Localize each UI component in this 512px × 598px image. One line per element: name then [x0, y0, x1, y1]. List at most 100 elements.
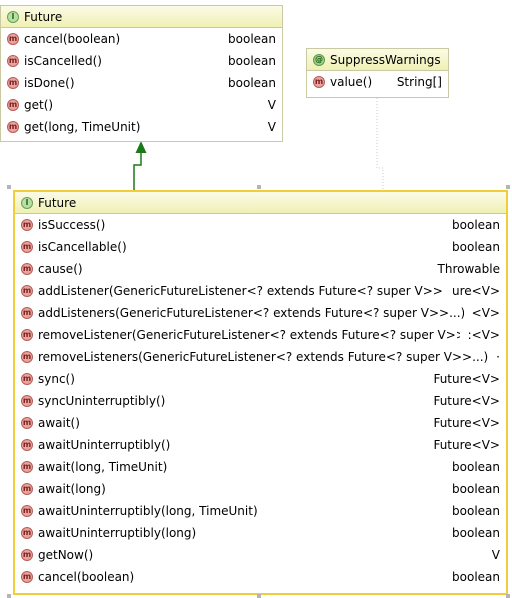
method-name: cancel(boolean): [24, 32, 121, 46]
method-icon: m: [7, 33, 19, 45]
method-name: cancel(boolean): [38, 570, 135, 584]
method-name: await(long): [38, 482, 106, 496]
resize-handle-top-mid[interactable]: [257, 185, 261, 189]
method-name: isCancelled(): [24, 54, 102, 68]
method-return-type: Future<V>: [433, 416, 500, 430]
method-icon: m: [21, 483, 33, 495]
method-icon: m: [21, 241, 33, 253]
suppress-warnings-method-list: m value() String[]: [307, 71, 448, 93]
method-row[interactable]: m isCancelled() boolean: [1, 50, 282, 72]
method-row[interactable]: m isDone() boolean: [1, 72, 282, 94]
method-return-type: boolean: [452, 526, 500, 540]
annotation-icon: @: [313, 53, 325, 66]
method-return-type: boolean: [452, 570, 500, 584]
method-icon: m: [7, 99, 19, 111]
method-row[interactable]: m cancel(boolean) boolean: [1, 28, 282, 50]
method-icon: m: [21, 373, 33, 385]
method-return-type: <V>: [471, 306, 500, 320]
method-row[interactable]: m cancel(boolean) boolean: [15, 566, 506, 588]
method-icon: m: [21, 285, 33, 297]
method-name: removeListeners(GenericFutureListener<? …: [38, 350, 489, 364]
method-name: addListener(GenericFutureListener<? exte…: [38, 284, 445, 298]
method-icon: m: [21, 417, 33, 429]
method-return-type: :<V>: [467, 328, 500, 342]
method-return-type: String[]: [396, 75, 442, 89]
method-name: awaitUninterruptibly(): [38, 438, 171, 452]
suppress-warnings-header[interactable]: @ SuppressWarnings: [307, 49, 448, 71]
method-return-type: V: [267, 98, 276, 112]
method-row[interactable]: m awaitUninterruptibly(long) boolean: [15, 522, 506, 544]
method-name: get(): [24, 98, 54, 112]
method-return-type: boolean: [452, 504, 500, 518]
method-icon: m: [21, 395, 33, 407]
method-icon: m: [21, 439, 33, 451]
method-row[interactable]: m addListeners(GenericFutureListener<? ex…: [15, 302, 506, 324]
method-name: cause(): [38, 262, 83, 276]
method-row[interactable]: m await() Future<V>: [15, 412, 506, 434]
method-name: getNow(): [38, 548, 94, 562]
method-name: awaitUninterruptibly(long): [38, 526, 197, 540]
method-name: sync(): [38, 372, 75, 386]
method-icon: m: [7, 55, 19, 67]
method-icon: m: [21, 571, 33, 583]
method-name: removeListener(GenericFutureListener<? e…: [38, 328, 460, 342]
resize-handle-top-right[interactable]: [506, 185, 510, 189]
method-return-type: Future<V>: [433, 394, 500, 408]
method-row[interactable]: m removeListener(GenericFutureListener<? …: [15, 324, 506, 346]
method-return-type: Throwable: [437, 262, 500, 276]
future-interface-box-top[interactable]: I Future m cancel(boolean) boolean m isCance…: [0, 5, 283, 142]
annotation-dotted-link: [376, 98, 384, 190]
method-row[interactable]: m value() String[]: [307, 71, 448, 93]
method-return-type: Future<V>: [433, 438, 500, 452]
future-top-method-list: m cancel(boolean) boolean m isCancelled() boo…: [1, 28, 282, 138]
method-row[interactable]: m cause() Throwable: [15, 258, 506, 280]
suppress-warnings-title: SuppressWarnings: [330, 52, 441, 67]
method-return-type: V: [267, 120, 276, 134]
resize-handle-bottom-right[interactable]: [506, 594, 510, 598]
method-return-type: ure<V>: [452, 284, 500, 298]
method-icon: m: [21, 307, 33, 319]
method-row[interactable]: m addListener(GenericFutureListener<? ext…: [15, 280, 506, 302]
method-return-type: boolean: [228, 76, 276, 90]
method-row[interactable]: m getNow() V: [15, 544, 506, 566]
resize-handle-bottom-mid[interactable]: [257, 594, 261, 598]
method-row[interactable]: m isSuccess() boolean: [15, 214, 506, 236]
method-row[interactable]: m syncUninterruptibly() Future<V>: [15, 390, 506, 412]
method-name: await(long, TimeUnit): [38, 460, 168, 474]
method-row[interactable]: m isCancellable() boolean: [15, 236, 506, 258]
suppress-warnings-box[interactable]: @ SuppressWarnings m value() String[]: [306, 48, 449, 98]
method-row[interactable]: m awaitUninterruptibly(long, TimeUnit) boo…: [15, 500, 506, 522]
method-row[interactable]: m removeListeners(GenericFutureListener<?…: [15, 346, 506, 368]
method-row[interactable]: m awaitUninterruptibly() Future<V>: [15, 434, 506, 456]
method-name: awaitUninterruptibly(long, TimeUnit): [38, 504, 258, 518]
method-row[interactable]: m await(long, TimeUnit) boolean: [15, 456, 506, 478]
method-return-type: boolean: [228, 32, 276, 46]
method-icon: m: [21, 329, 33, 341]
resize-handle-top-left[interactable]: [7, 185, 11, 189]
method-icon: m: [313, 76, 325, 88]
resize-handle-bottom-left[interactable]: [7, 594, 11, 598]
method-icon: m: [7, 121, 19, 133]
method-icon: m: [21, 549, 33, 561]
method-return-type: Future<V>: [433, 372, 500, 386]
method-row[interactable]: m get() V: [1, 94, 282, 116]
future-main-method-list: m isSuccess() boolean m isCancellable() boole…: [15, 214, 506, 588]
interface-icon: I: [7, 10, 19, 23]
method-row[interactable]: m sync() Future<V>: [15, 368, 506, 390]
method-return-type: boolean: [452, 218, 500, 232]
method-icon: m: [21, 263, 33, 275]
method-name: isDone(): [24, 76, 75, 90]
future-main-header[interactable]: I Future: [15, 192, 506, 214]
method-row[interactable]: m await(long) boolean: [15, 478, 506, 500]
method-icon: m: [21, 219, 33, 231]
future-interface-box-main[interactable]: I Future m isSuccess() boolean m isCancellab…: [13, 190, 508, 595]
method-return-type: ·: [496, 350, 500, 364]
future-top-header[interactable]: I Future: [1, 6, 282, 28]
method-return-type: boolean: [228, 54, 276, 68]
method-icon: m: [21, 351, 33, 363]
interface-icon: I: [21, 196, 33, 209]
method-row[interactable]: m get(long, TimeUnit) V: [1, 116, 282, 138]
method-icon: m: [7, 77, 19, 89]
future-main-title: Future: [38, 195, 77, 210]
method-name: await(): [38, 416, 80, 430]
